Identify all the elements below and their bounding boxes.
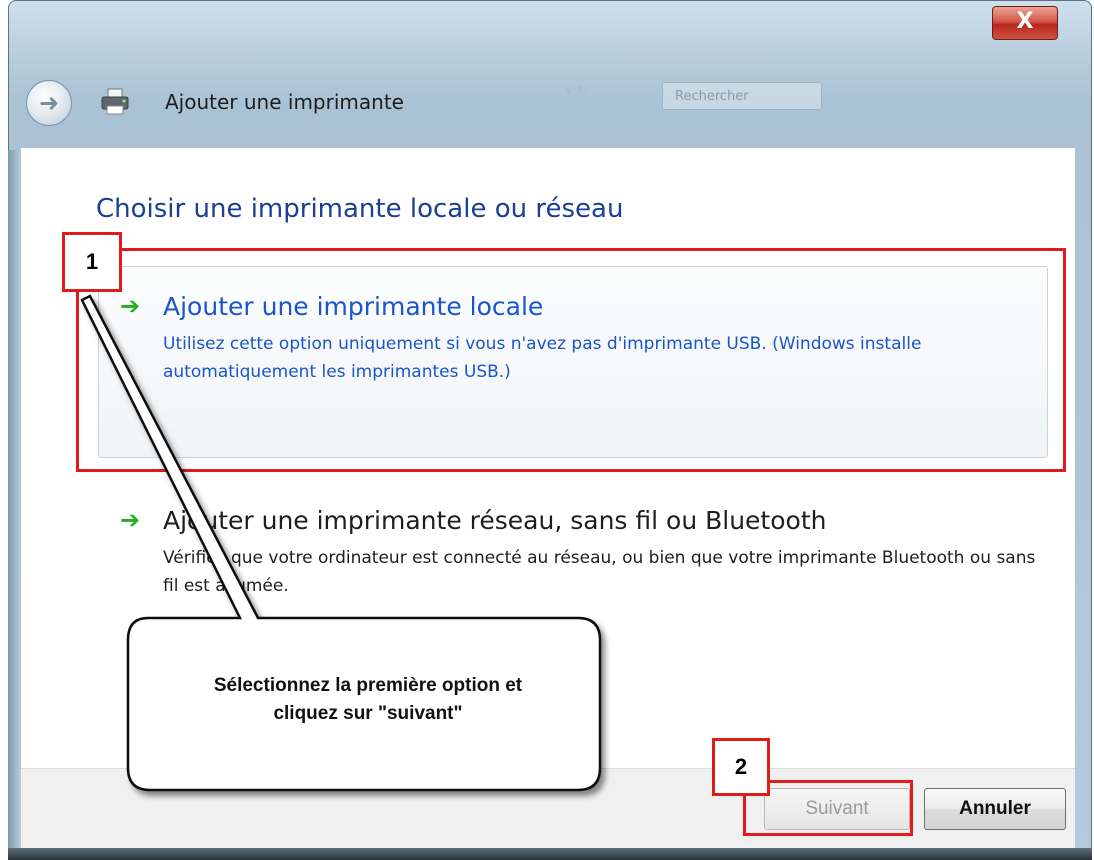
callout-text: Sélectionnez la première option et cliqu… — [138, 672, 598, 728]
cancel-button[interactable]: Annuler — [924, 788, 1066, 830]
back-button[interactable]: ➜ — [26, 80, 72, 126]
highlight-box-option1 — [76, 248, 1066, 472]
footer-bar — [21, 768, 1075, 849]
close-button[interactable]: X — [992, 6, 1058, 40]
address-arrows: ▾ ↻ — [565, 84, 589, 100]
green-arrow-icon: ➔ — [120, 506, 141, 534]
frame-edge — [8, 150, 20, 850]
callout-line-1: Sélectionnez la première option et — [213, 675, 523, 696]
frame-bottom-edge — [8, 848, 1092, 860]
back-arrow-icon: ➜ — [38, 89, 60, 117]
printer-icon — [100, 88, 130, 116]
network-printer-option-description: Vérifiez que votre ordinateur est connec… — [163, 548, 1036, 596]
step-1-badge: 1 — [62, 232, 122, 292]
page-heading: Choisir une imprimante locale ou réseau — [96, 194, 624, 224]
search-input[interactable]: Rechercher — [662, 82, 822, 110]
step-2-badge: 2 — [712, 738, 770, 796]
callout-line-2: cliquez sur "suivant" — [273, 703, 463, 724]
network-printer-option-title[interactable]: Ajouter une imprimante réseau, sans fil … — [163, 506, 826, 535]
window-title: Ajouter une imprimante — [165, 90, 404, 114]
